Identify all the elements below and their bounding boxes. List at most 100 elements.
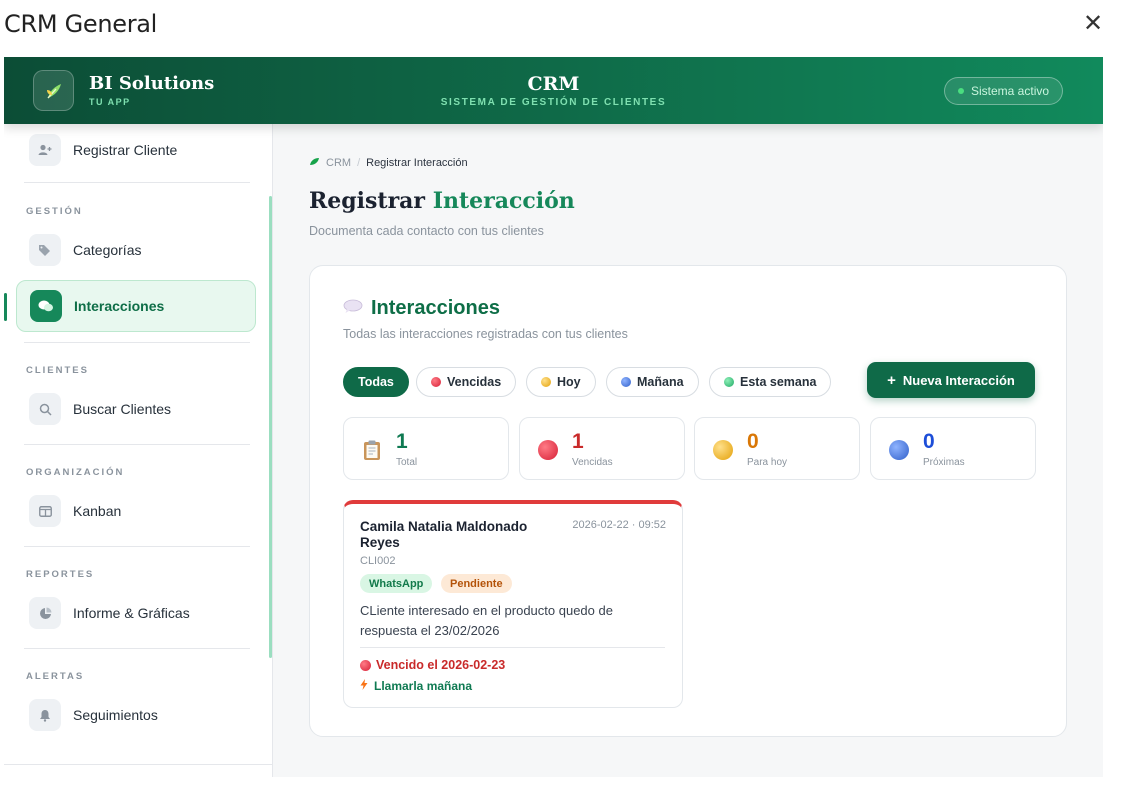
sidebar-item-label: Interacciones (74, 298, 165, 314)
breadcrumb: CRM / Registrar Interacción (309, 157, 468, 169)
window-title: CRM General (4, 10, 158, 38)
sidebar-item-interacciones[interactable]: Interacciones (16, 280, 256, 332)
divider (24, 182, 250, 183)
stat-value: 1 (396, 430, 408, 453)
sidebar-item-label: Seguimientos (73, 707, 158, 723)
bell-icon (29, 699, 61, 731)
app-container: BI Solutions TU APP CRM SISTEMA DE GESTI… (4, 57, 1103, 777)
stat-value: 1 (572, 430, 584, 453)
red-circle-icon (538, 440, 558, 460)
stat-label: Vencidas (572, 457, 613, 468)
page-title-main: Registrar (309, 188, 426, 214)
stat-label: Para hoy (747, 457, 788, 468)
add-user-icon (29, 134, 61, 166)
stat-card-para-hoy: 0 Para hoy (694, 417, 860, 480)
red-dot-icon (431, 377, 441, 387)
divider (24, 546, 250, 547)
active-indicator (4, 293, 7, 321)
stat-value: 0 (747, 430, 759, 453)
red-dot-icon (360, 659, 371, 671)
filter-esta-semana[interactable]: Esta semana (709, 367, 832, 397)
section-title-reportes: REPORTES (26, 569, 95, 580)
section-title-alertas: ALERTAS (26, 671, 85, 682)
stat-card-vencidas: 1 Vencidas (519, 417, 685, 480)
sidebar-item-informe-graficas[interactable]: Informe & Gráficas (16, 587, 256, 639)
page-title: Registrar Interacción (309, 188, 575, 214)
section-title-gestion: GESTIÓN (26, 206, 83, 217)
client-name: Camila Natalia Maldonado Reyes (360, 519, 528, 550)
filter-manana[interactable]: Mañana (606, 367, 699, 397)
divider (24, 342, 250, 343)
interaction-card[interactable]: Camila Natalia Maldonado Reyes 2026-02-2… (343, 500, 683, 708)
client-code: CLI002 (360, 555, 396, 567)
lightning-icon (360, 679, 368, 693)
sidebar-item-registrar-cliente[interactable]: Registrar Cliente (16, 124, 256, 176)
due-date-alert: Vencido el 2026-02-23 (360, 658, 505, 672)
leaf-icon (309, 157, 320, 169)
divider (24, 648, 250, 649)
sidebar-item-kanban[interactable]: Kanban (16, 485, 256, 537)
yellow-circle-icon (713, 440, 733, 460)
status-dot-icon (958, 88, 964, 94)
divider (4, 764, 272, 765)
stat-card-total: 1 Total (343, 417, 509, 480)
stat-label: Total (396, 457, 418, 468)
blue-circle-icon (889, 440, 909, 460)
filter-todas[interactable]: Todas (343, 367, 409, 397)
divider (24, 444, 250, 445)
clipboard-icon (362, 439, 382, 466)
chat-icon (30, 290, 62, 322)
filter-vencidas[interactable]: Vencidas (416, 367, 517, 397)
speech-bubble-icon (343, 297, 363, 320)
system-status-badge: Sistema activo (944, 77, 1064, 105)
sidebar-item-label: Buscar Clientes (73, 401, 172, 417)
sidebar-item-seguimientos[interactable]: Seguimientos (16, 689, 256, 741)
stat-label: Próximas (923, 457, 965, 468)
due-date-text: Vencido el 2026-02-23 (376, 658, 506, 672)
interactions-panel: Interacciones Todas las interacciones re… (309, 265, 1067, 737)
green-dot-icon (724, 377, 734, 387)
breadcrumb-separator: / (357, 157, 361, 169)
sidebar-item-label: Informe & Gráficas (73, 605, 190, 621)
section-title-clientes: CLIENTES (26, 365, 89, 376)
status-label: Sistema activo (971, 84, 1050, 98)
new-interaction-button[interactable]: + Nueva Interacción (867, 362, 1035, 398)
app-subtitle: SISTEMA DE GESTIÓN DE CLIENTES (440, 97, 667, 108)
app-title: CRM (527, 73, 580, 95)
section-title-organizacion: ORGANIZACIÓN (26, 467, 125, 478)
sidebar-item-label: Categorías (73, 242, 142, 258)
sidebar-item-label: Registrar Cliente (73, 142, 178, 158)
interaction-datetime: 2026-02-22 · 09:52 (572, 519, 666, 531)
filter-hoy[interactable]: Hoy (526, 367, 596, 397)
next-action-text: Llamarla mañana (374, 679, 473, 693)
new-interaction-label: Nueva Interacción (902, 372, 1015, 388)
pie-chart-icon (29, 597, 61, 629)
sidebar-scrollbar[interactable] (269, 196, 272, 658)
channel-badge: WhatsApp (360, 574, 433, 593)
sidebar-item-buscar-clientes[interactable]: Buscar Clientes (16, 383, 256, 435)
breadcrumb-root-link[interactable]: CRM (326, 157, 351, 169)
kanban-icon (29, 495, 61, 527)
plus-icon: + (887, 371, 896, 389)
panel-title-text: Interacciones (371, 297, 500, 319)
page-subtitle: Documenta cada contacto con tus clientes (309, 224, 544, 238)
sidebar-item-label: Kanban (73, 503, 122, 519)
stat-card-proximas: 0 Próximas (870, 417, 1036, 480)
panel-subtitle: Todas las interacciones registradas con … (343, 327, 628, 341)
blue-dot-icon (621, 377, 631, 387)
filter-label: Hoy (557, 375, 581, 389)
filter-label: Vencidas (447, 375, 502, 389)
page-title-accent: Interacción (432, 188, 575, 214)
filter-label: Esta semana (740, 375, 817, 389)
close-icon[interactable]: ✕ (1083, 10, 1103, 38)
tags-icon (29, 234, 61, 266)
breadcrumb-current: Registrar Interacción (366, 157, 468, 169)
interaction-description: CLiente interesado en el producto quedo … (360, 603, 613, 638)
divider (360, 647, 665, 648)
sidebar-item-categorias[interactable]: Categorías (16, 224, 256, 276)
sidebar: Registrar Cliente GESTIÓN Categorías Int… (4, 124, 273, 777)
filter-label: Todas (358, 375, 394, 389)
search-icon (29, 393, 61, 425)
panel-title: Interacciones (343, 297, 500, 320)
yellow-dot-icon (541, 377, 551, 387)
